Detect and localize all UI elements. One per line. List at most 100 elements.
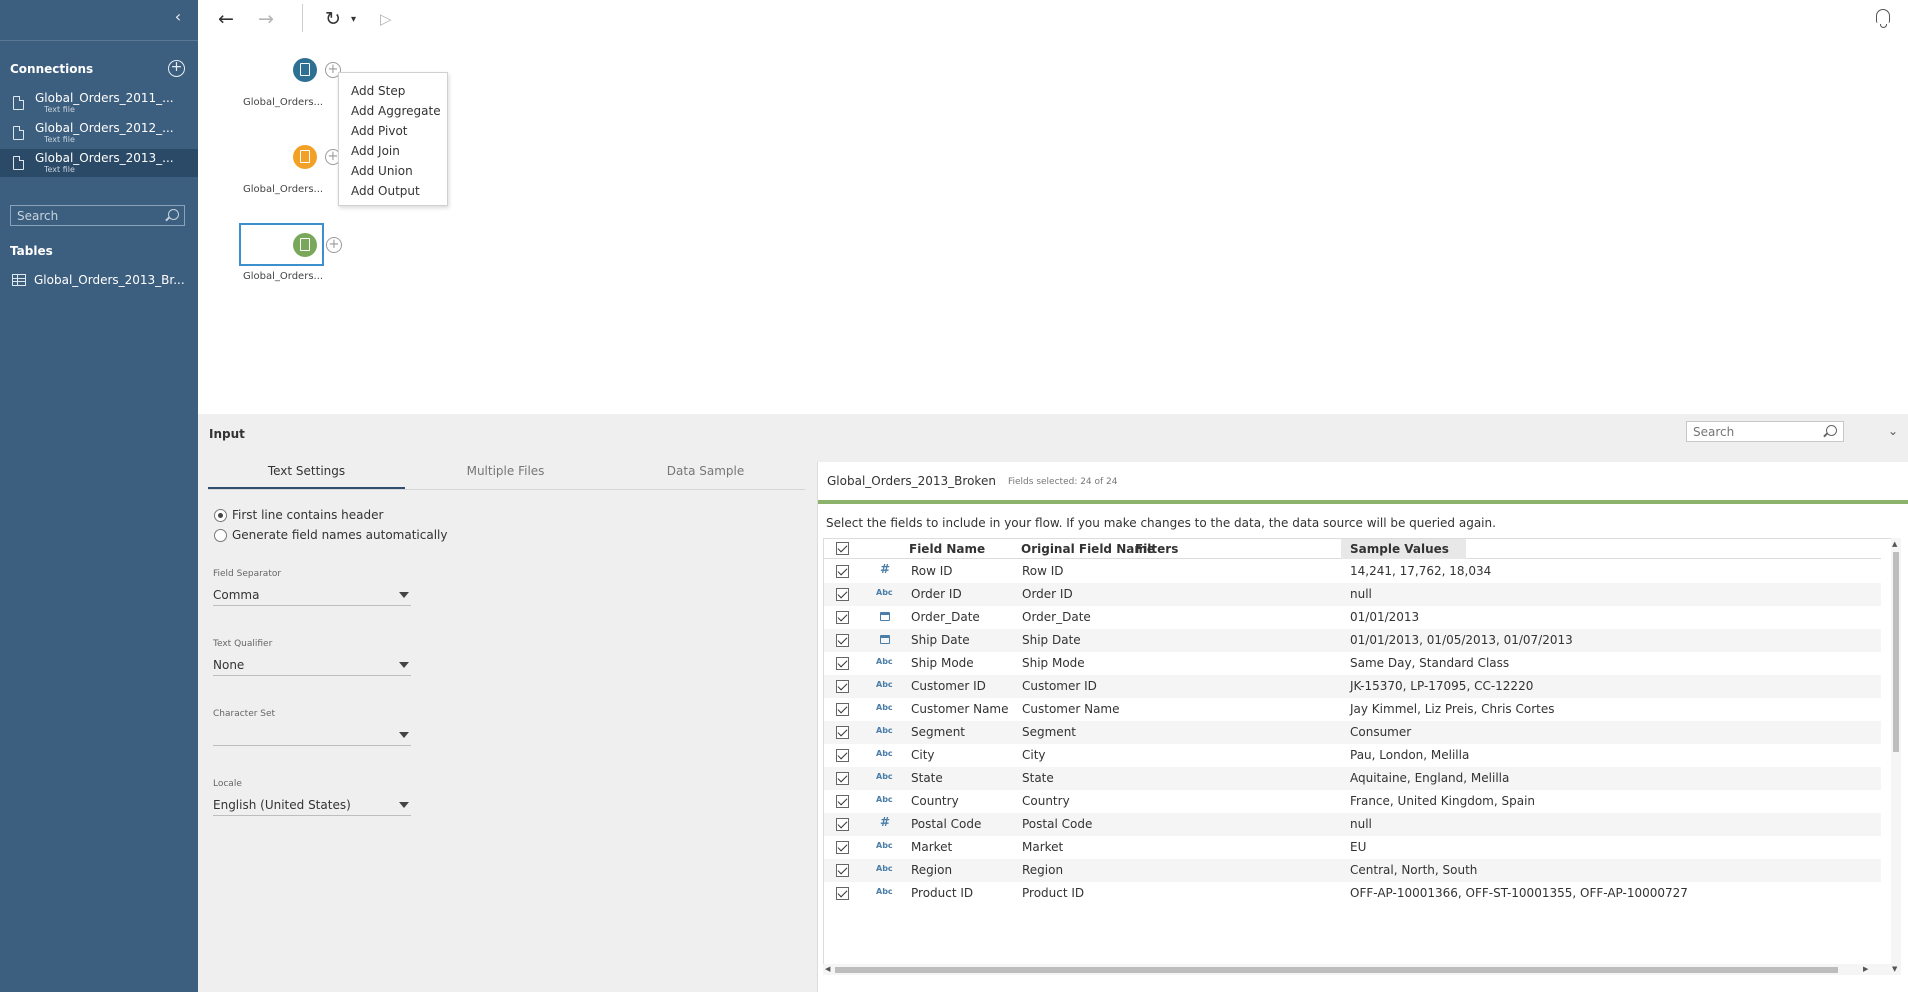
scroll-thumb[interactable] (1893, 552, 1899, 752)
run-flow-button[interactable]: ▷ (380, 8, 392, 30)
connection-item[interactable]: Global_Orders_2011_... Text file (0, 89, 198, 117)
include-field-checkbox[interactable] (836, 611, 849, 624)
radio-unselected[interactable] (214, 529, 227, 542)
table-row[interactable]: Abc Customer ID Customer ID JK-15370, LP-17… (824, 675, 1881, 698)
back-button[interactable]: ← (218, 8, 234, 30)
string-type-icon[interactable]: Abc (876, 726, 893, 735)
menu-item-add-step[interactable]: Add Step (339, 81, 447, 101)
radio-selected[interactable] (214, 509, 227, 522)
field-name-cell[interactable]: Market (911, 840, 952, 854)
field-name-cell[interactable]: Ship Date (911, 633, 970, 647)
header-sample-values[interactable]: Sample Values (1350, 542, 1449, 556)
include-field-checkbox[interactable] (836, 841, 849, 854)
scroll-thumb[interactable] (835, 967, 1838, 973)
locale-dropdown[interactable]: English (United States) (213, 796, 411, 816)
collapse-panel-chevron-icon[interactable]: ⌄ (1888, 424, 1898, 438)
add-step-plus-icon[interactable]: + (326, 237, 342, 253)
string-type-icon[interactable]: Abc (876, 680, 893, 689)
menu-item-add-aggregate[interactable]: Add Aggregate (339, 101, 447, 121)
include-field-checkbox[interactable] (836, 795, 849, 808)
menu-item-add-output[interactable]: Add Output (339, 181, 447, 201)
scroll-left-icon[interactable]: ◀ (825, 965, 830, 973)
table-row[interactable]: Abc Product ID Product ID OFF-AP-10001366, … (824, 882, 1881, 905)
menu-item-add-union[interactable]: Add Union (339, 161, 447, 181)
collapse-sidebar-icon[interactable]: ‹ (170, 8, 186, 26)
forward-button[interactable]: → (258, 8, 274, 30)
vertical-scrollbar[interactable]: ▲ ▼ (1891, 538, 1901, 975)
table-row[interactable]: Abc Ship Mode Ship Mode Same Day, Standard … (824, 652, 1881, 675)
select-all-checkbox[interactable] (836, 542, 849, 555)
string-type-icon[interactable]: Abc (876, 864, 893, 873)
header-filters[interactable]: Filters (1135, 542, 1178, 556)
refresh-button[interactable]: ↻ (325, 8, 341, 30)
string-type-icon[interactable]: Abc (876, 657, 893, 666)
sidebar-search-input[interactable] (17, 208, 157, 224)
number-type-icon[interactable]: # (880, 562, 890, 576)
field-name-cell[interactable]: Order ID (911, 587, 962, 601)
table-row[interactable]: Abc Market Market EU (824, 836, 1881, 859)
tab-multiple-files[interactable]: Multiple Files (407, 462, 604, 490)
menu-item-add-pivot[interactable]: Add Pivot (339, 121, 447, 141)
include-field-checkbox[interactable] (836, 772, 849, 785)
include-field-checkbox[interactable] (836, 703, 849, 716)
connection-item[interactable]: Global_Orders_2012_... Text file (0, 119, 198, 147)
scroll-up-icon[interactable]: ▲ (1892, 540, 1897, 548)
text-qualifier-dropdown[interactable]: None (213, 656, 411, 676)
field-separator-dropdown[interactable]: Comma (213, 586, 411, 606)
include-field-checkbox[interactable] (836, 726, 849, 739)
input-node-1[interactable] (293, 58, 317, 82)
add-connection-icon[interactable]: + (168, 60, 185, 77)
table-row[interactable]: Ship Date Ship Date 01/01/2013, 01/05/2013… (824, 629, 1881, 652)
field-name-cell[interactable]: Order_Date (911, 610, 980, 624)
table-row[interactable]: Abc City City Pau, London, Melilla (824, 744, 1881, 767)
include-field-checkbox[interactable] (836, 749, 849, 762)
search-icon[interactable] (168, 209, 179, 220)
table-item[interactable]: Global_Orders_2013_Br... (0, 270, 198, 292)
string-type-icon[interactable]: Abc (876, 887, 893, 896)
include-field-checkbox[interactable] (836, 680, 849, 693)
date-type-icon[interactable] (880, 612, 890, 621)
number-type-icon[interactable]: # (880, 815, 890, 829)
search-icon[interactable] (1826, 425, 1837, 436)
input-node-2[interactable] (293, 145, 317, 169)
tab-text-settings[interactable]: Text Settings (208, 462, 405, 490)
connection-item-selected[interactable]: Global_Orders_2013_... Text file (0, 149, 198, 177)
field-name-cell[interactable]: Product ID (911, 886, 973, 900)
field-name-cell[interactable]: Ship Mode (911, 656, 974, 670)
string-type-icon[interactable]: Abc (876, 703, 893, 712)
field-name-cell[interactable]: Segment (911, 725, 965, 739)
character-set-dropdown[interactable] (213, 726, 411, 746)
table-row[interactable]: Abc State State Aquitaine, England, Melilla (824, 767, 1881, 790)
header-field-name[interactable]: Field Name (909, 542, 985, 556)
string-type-icon[interactable]: Abc (876, 772, 893, 781)
field-name-cell[interactable]: Region (911, 863, 952, 877)
scroll-down-icon[interactable]: ▼ (1892, 965, 1897, 973)
table-row[interactable]: Order_Date Order_Date 01/01/2013 (824, 606, 1881, 629)
menu-item-add-join[interactable]: Add Join (339, 141, 447, 161)
tab-data-sample[interactable]: Data Sample (607, 462, 804, 490)
include-field-checkbox[interactable] (836, 887, 849, 900)
table-row[interactable]: Abc Customer Name Customer Name Jay Kimmel,… (824, 698, 1881, 721)
include-field-checkbox[interactable] (836, 565, 849, 578)
table-row[interactable]: Abc Order ID Order ID null (824, 583, 1881, 606)
field-name-cell[interactable]: City (911, 748, 935, 762)
include-field-checkbox[interactable] (836, 864, 849, 877)
field-name-cell[interactable]: Row ID (911, 564, 953, 578)
date-type-icon[interactable] (880, 635, 890, 644)
field-name-cell[interactable]: State (911, 771, 943, 785)
panel-search-input[interactable] (1693, 424, 1823, 440)
string-type-icon[interactable]: Abc (876, 588, 893, 597)
scroll-right-icon[interactable]: ▶ (1863, 965, 1868, 973)
string-type-icon[interactable]: Abc (876, 841, 893, 850)
field-name-cell[interactable]: Customer Name (911, 702, 1009, 716)
field-name-cell[interactable]: Postal Code (911, 817, 981, 831)
horizontal-scrollbar[interactable]: ◀ ▶ (823, 964, 1891, 975)
include-field-checkbox[interactable] (836, 588, 849, 601)
include-field-checkbox[interactable] (836, 818, 849, 831)
include-field-checkbox[interactable] (836, 657, 849, 670)
table-row[interactable]: Abc Country Country France, United Kingdom,… (824, 790, 1881, 813)
string-type-icon[interactable]: Abc (876, 795, 893, 804)
refresh-dropdown-caret[interactable]: ▾ (351, 9, 356, 31)
input-node-3[interactable] (293, 233, 317, 257)
include-field-checkbox[interactable] (836, 634, 849, 647)
